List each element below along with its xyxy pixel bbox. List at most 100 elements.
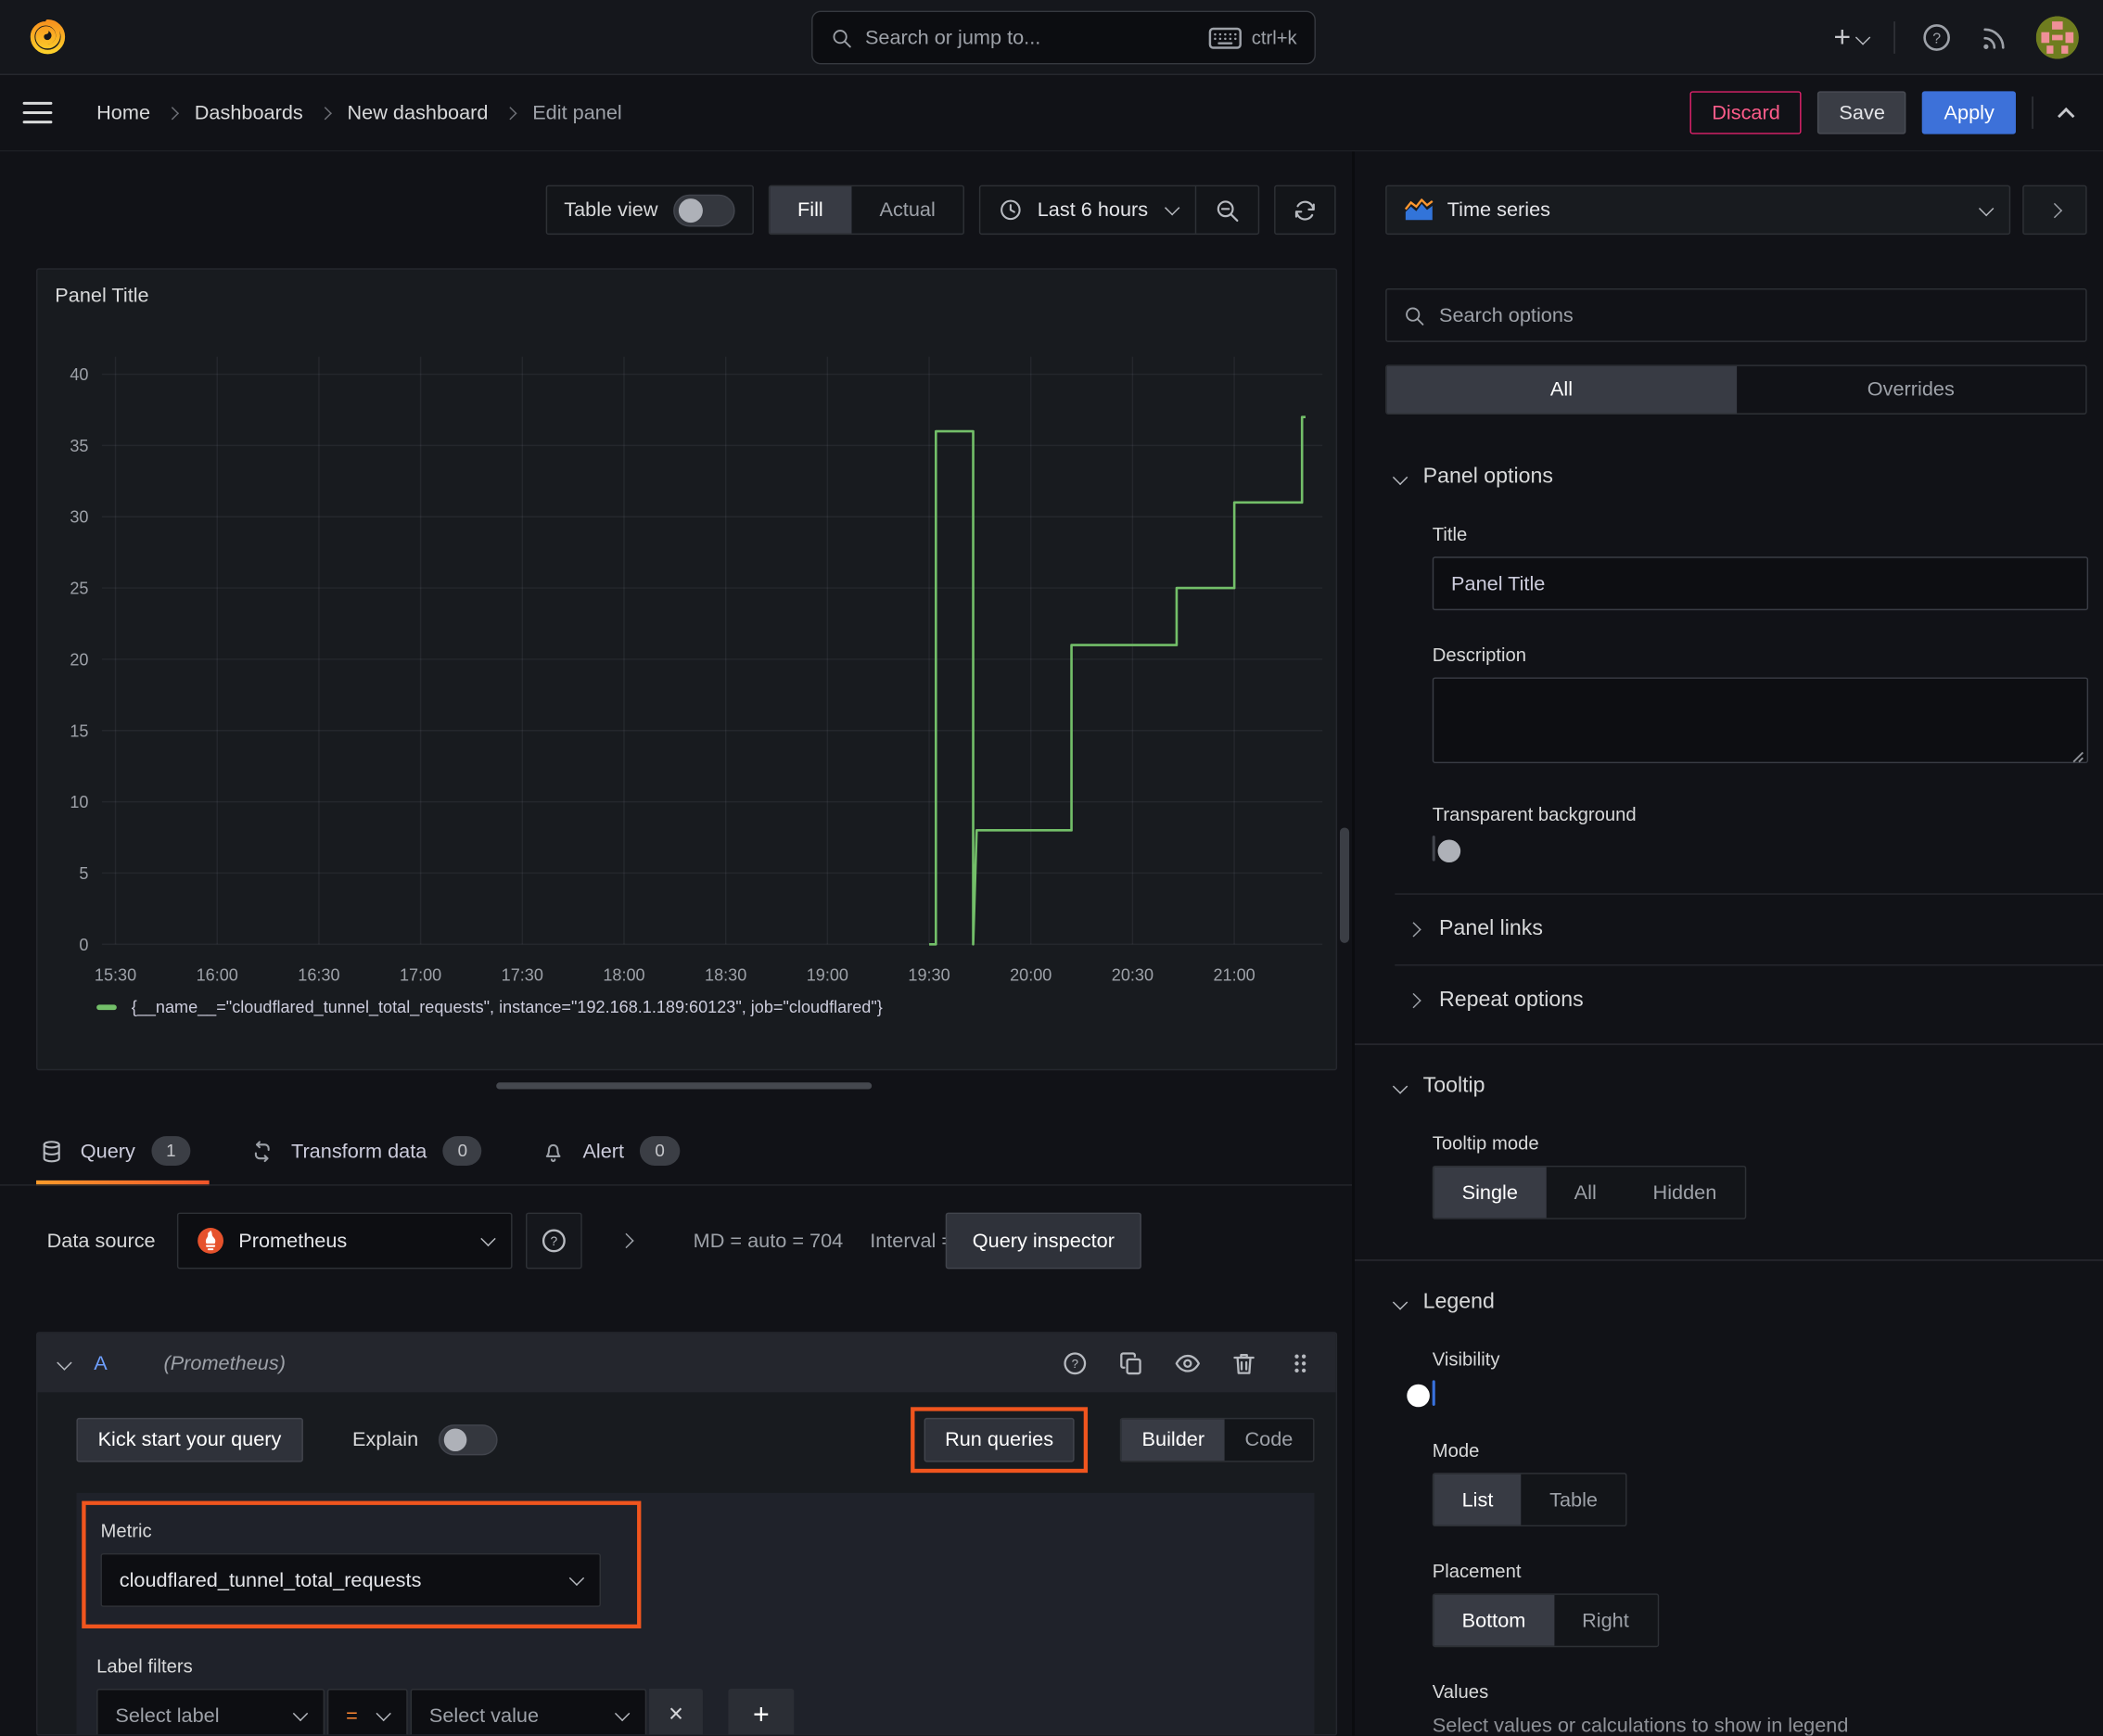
chevron-right-icon [318,106,332,120]
explain-label: Explain [352,1428,419,1452]
title-label: Title [1432,523,1468,545]
chevron-down-icon [1854,29,1871,45]
svg-text:40: 40 [70,365,88,384]
query-help-icon[interactable]: ? [1061,1348,1089,1376]
discard-button[interactable]: Discard [1690,91,1802,134]
svg-text:10: 10 [70,793,88,811]
legend-list-option[interactable]: List [1434,1474,1522,1525]
tab-overrides[interactable]: Overrides [1736,366,2085,414]
legend-table-option[interactable]: Table [1522,1474,1626,1525]
tooltip-single-option[interactable]: Single [1434,1167,1547,1219]
svg-text:18:00: 18:00 [603,965,644,984]
panel-options-section[interactable]: Panel options [1392,466,2103,490]
duplicate-query-icon[interactable] [1117,1348,1145,1376]
tab-transform-data[interactable]: Transform data 0 [247,1127,501,1186]
legend-section[interactable]: Legend [1392,1290,2103,1314]
new-menu-button[interactable]: + [1833,21,1871,52]
help-button[interactable]: ? [1920,20,1953,53]
operator-select[interactable]: = [326,1689,408,1735]
close-icon: × [668,1701,684,1730]
tab-query[interactable]: Query 1 [36,1127,210,1186]
drag-handle-icon[interactable] [1286,1348,1314,1376]
apply-button[interactable]: Apply [1922,91,2016,134]
breadcrumb-home[interactable]: Home [96,101,150,124]
divider [0,1184,1352,1186]
code-option[interactable]: Code [1225,1419,1313,1461]
breadcrumb-bar: Home Dashboards New dashboard Edit panel… [0,74,2103,152]
fill-option[interactable]: Fill [769,186,852,234]
datasource-help-button[interactable]: ? [525,1212,582,1270]
query-header[interactable]: A (Prometheus) ? [37,1333,1336,1393]
table-view-control[interactable]: Table view [544,185,754,236]
actual-option[interactable]: Actual [851,186,963,234]
pane-resize-handle[interactable] [496,1082,873,1090]
breadcrumb-edit-panel: Edit panel [532,101,622,124]
menu-icon[interactable] [22,101,53,124]
visualization-picker[interactable]: Time series [1385,185,2011,236]
panel-links-section[interactable]: Panel links [1406,895,2103,964]
svg-text:?: ? [550,1233,557,1248]
datasource-picker[interactable]: Prometheus [176,1212,513,1270]
add-filter-button[interactable]: + [728,1689,795,1735]
trash-icon[interactable] [1230,1348,1257,1376]
svg-text:21:00: 21:00 [1213,965,1255,984]
svg-text:16:30: 16:30 [298,965,339,984]
toggle-options-pane-button[interactable] [2022,185,2087,236]
resize-handle-icon[interactable] [2071,750,2084,763]
description-textarea[interactable] [1432,677,2089,764]
fill-actual-switch: Fill Actual [768,185,965,236]
collapse-query-icon[interactable] [57,1355,72,1371]
news-rss-button[interactable] [1978,20,2010,53]
tooltip-all-option[interactable]: All [1546,1167,1625,1218]
global-search[interactable]: ctrl+k [811,10,1316,65]
table-view-toggle[interactable] [672,194,735,226]
svg-text:16:00: 16:00 [197,965,238,984]
chevron-up-icon[interactable] [2058,107,2075,124]
query-inspector-button[interactable]: Query inspector [945,1212,1141,1270]
repeat-options-section[interactable]: Repeat options [1406,965,2103,1035]
disable-query-eye-icon[interactable] [1174,1348,1202,1376]
legend-visibility-toggle[interactable] [1407,1380,1435,1408]
query-stats: MD = auto = 704 [693,1229,844,1253]
prometheus-icon [196,1226,225,1256]
placement-bottom-option[interactable]: Bottom [1434,1594,1554,1646]
panel-preview: Panel Title 0 5 10 15 20 25 30 35 40 15:30 16:00 16… [36,268,1338,1071]
scrollbar-thumb[interactable] [1339,827,1350,943]
tab-all[interactable]: All [1386,365,1737,414]
run-queries-button[interactable]: Run queries [923,1417,1076,1462]
kick-start-button[interactable]: Kick start your query [76,1417,303,1462]
breadcrumb-dashboards[interactable]: Dashboards [195,101,303,124]
query-datasource-hint: (Prometheus) [163,1351,286,1374]
grafana-logo[interactable] [24,14,70,59]
metric-select[interactable]: cloudflared_tunnel_total_requests [100,1552,601,1607]
chevron-down-icon [292,1705,309,1722]
svg-text:19:30: 19:30 [908,965,950,984]
options-search[interactable] [1385,287,2087,342]
breadcrumb-new-dashboard[interactable]: New dashboard [347,101,488,124]
tooltip-section[interactable]: Tooltip [1392,1075,2103,1099]
search-icon [1403,304,1426,327]
remove-filter-button[interactable]: × [649,1689,703,1735]
chevron-right-icon [165,106,180,120]
panel-title-input[interactable] [1432,556,2089,611]
time-series-chart[interactable]: 0 5 10 15 20 25 30 35 40 15:30 16:00 16:30 17:00 17:3… [37,270,1338,1001]
value-select[interactable]: Select value [410,1689,647,1735]
tab-alert[interactable]: Alert 0 [539,1127,698,1186]
legend-series-label[interactable]: {__name__="cloudflared_tunnel_total_requ… [132,998,883,1016]
options-search-input[interactable] [1439,303,2070,327]
transparent-background-toggle[interactable] [1432,836,1461,863]
save-button[interactable]: Save [1817,91,1907,134]
refresh-button[interactable] [1274,185,1336,236]
avatar[interactable] [2035,15,2079,58]
query-editor-card: A (Prometheus) ? Kick start your query E… [36,1332,1338,1736]
label-select[interactable]: Select label [96,1689,325,1735]
builder-option[interactable]: Builder [1121,1419,1225,1462]
chevron-right-icon [2046,202,2063,218]
tooltip-hidden-option[interactable]: Hidden [1625,1167,1745,1218]
zoom-out-button[interactable] [1196,186,1258,234]
expand-row-icon[interactable] [618,1232,634,1249]
placement-right-option[interactable]: Right [1554,1595,1657,1646]
explain-toggle[interactable] [438,1424,498,1456]
search-input[interactable] [864,26,1197,49]
time-range-picker[interactable]: Last 6 hours [981,186,1197,234]
